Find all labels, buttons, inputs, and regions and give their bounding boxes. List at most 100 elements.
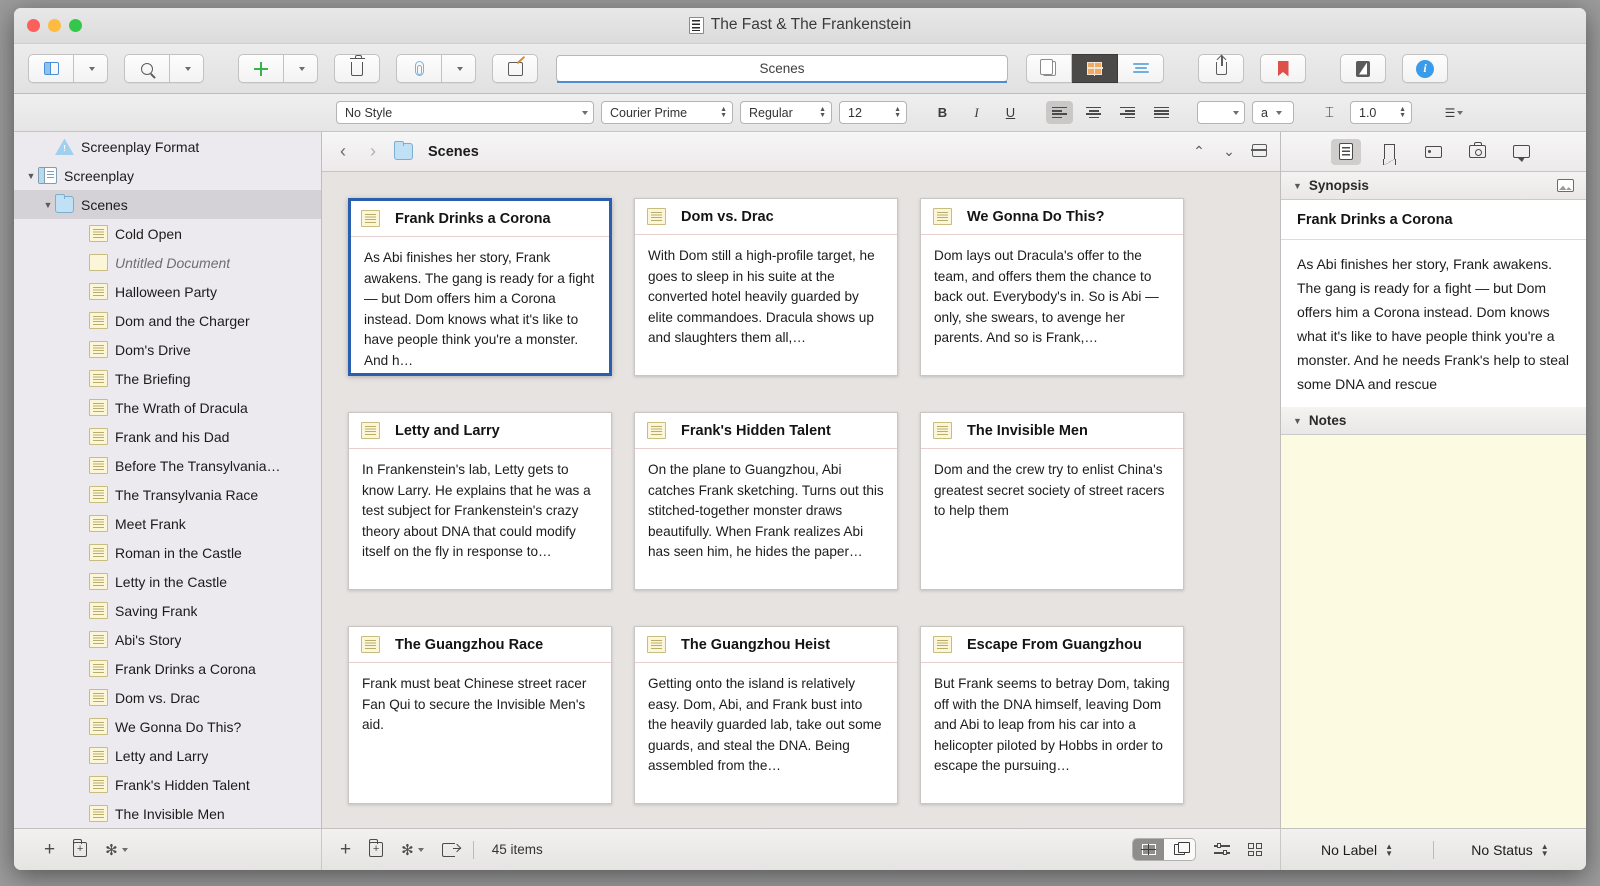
outline-view-button[interactable] [1118, 54, 1164, 83]
binder-item[interactable]: The Briefing [14, 364, 321, 393]
notes-section-header[interactable]: ▼ Notes [1281, 407, 1586, 435]
inspector-tab-bookmarks[interactable] [1375, 139, 1405, 165]
inspector-tab-notes[interactable] [1330, 138, 1361, 165]
disclosure-triangle-icon[interactable]: ▼ [24, 171, 38, 181]
index-card-title[interactable]: Escape From Guangzhou [967, 637, 1142, 653]
attach-options-button[interactable] [442, 54, 476, 83]
binder-settings-button[interactable]: ✻ [105, 841, 128, 859]
binder-item[interactable]: Dom's Drive [14, 335, 321, 364]
index-card-synopsis[interactable]: In Frankenstein's lab, Letty gets to kno… [349, 449, 611, 589]
index-card[interactable]: Escape From Guangzhou But Frank seems to … [920, 626, 1184, 804]
card-options-button[interactable] [1214, 843, 1230, 856]
binder-item[interactable]: Letty in the Castle [14, 567, 321, 596]
index-card-synopsis[interactable]: Frank must beat Chinese street racer Fan… [349, 663, 611, 803]
align-center-button[interactable] [1080, 101, 1107, 124]
index-card-title[interactable]: Frank Drinks a Corona [395, 211, 551, 227]
binder-item[interactable]: Cold Open [14, 219, 321, 248]
binder-item[interactable]: Before The Transylvania… [14, 451, 321, 480]
export-button[interactable] [441, 842, 461, 857]
add-options-button[interactable] [284, 54, 318, 83]
disclosure-triangle-icon[interactable]: ▼ [41, 200, 55, 210]
binder-item[interactable]: Frank's Hidden Talent [14, 770, 321, 799]
disclosure-triangle-icon[interactable]: ▼ [1293, 416, 1302, 426]
index-card-synopsis[interactable]: Getting onto the island is relatively ea… [635, 663, 897, 803]
italic-button[interactable]: I [963, 101, 990, 124]
corkboard-view-button[interactable] [1072, 54, 1118, 83]
notes-text-field[interactable] [1281, 435, 1586, 828]
back-button[interactable]: ‹ [334, 141, 352, 162]
index-card-synopsis[interactable]: But Frank seems to betray Dom, taking of… [921, 663, 1183, 803]
add-button[interactable] [238, 54, 284, 83]
font-size-stepper[interactable]: 12 ▲ ▼ [839, 101, 907, 124]
list-dropdown-button[interactable]: ☰ [1434, 101, 1474, 124]
index-card[interactable]: We Gonna Do This? Dom lays out Dracula's … [920, 198, 1184, 376]
index-card[interactable]: Frank Drinks a Corona As Abi finishes her… [348, 198, 612, 376]
split-editor-button[interactable] [1250, 143, 1268, 160]
font-dropdown[interactable]: Courier Prime ▲ ▼ [601, 101, 733, 124]
binder-item[interactable]: The Wrath of Dracula [14, 393, 321, 422]
status-popup[interactable]: No Status ▲ ▼ [1434, 829, 1586, 870]
binder-item[interactable]: Screenplay Format [14, 132, 321, 161]
index-card-title[interactable]: We Gonna Do This? [967, 209, 1104, 225]
label-popup[interactable]: No Label ▲ ▼ [1281, 829, 1433, 870]
index-card[interactable]: The Invisible Men Dom and the crew try to… [920, 412, 1184, 590]
inspector-tab-comments[interactable] [1507, 139, 1537, 165]
corkboard-settings-button[interactable]: ✻ [401, 841, 424, 859]
document-view-button[interactable] [1026, 54, 1072, 83]
compose-button[interactable] [492, 54, 538, 83]
binder-sidebar[interactable]: Screenplay Format ▼ Screenplay ▼ Scenes Cold … [14, 132, 322, 828]
index-card-synopsis[interactable]: On the plane to Guangzhou, Abi catches F… [635, 449, 897, 589]
index-card[interactable]: Frank's Hidden Talent On the plane to Gua… [634, 412, 898, 590]
corkboard-stack-button[interactable] [1164, 839, 1195, 860]
index-card-title[interactable]: Frank's Hidden Talent [681, 423, 831, 439]
binder-item[interactable]: The Transylvania Race [14, 480, 321, 509]
binder-item[interactable]: Abi's Story [14, 625, 321, 654]
binder-item[interactable]: Frank and his Dad [14, 422, 321, 451]
bookmark-button[interactable] [1260, 54, 1306, 83]
forward-button[interactable]: › [364, 141, 382, 162]
binder-item[interactable]: ▼ Scenes [14, 190, 321, 219]
disclosure-triangle-icon[interactable]: ▼ [1293, 181, 1302, 191]
corkboard[interactable]: Frank Drinks a Corona As Abi finishes her… [322, 172, 1280, 828]
sidebar-options-button[interactable] [74, 54, 108, 83]
corkboard-add-button[interactable]: + [340, 839, 351, 861]
binder-item[interactable]: Halloween Party [14, 277, 321, 306]
breadcrumb[interactable]: Scenes [394, 140, 479, 160]
highlight-color-dropdown[interactable] [1197, 101, 1245, 124]
binder-item[interactable]: Saving Frank [14, 596, 321, 625]
align-left-button[interactable] [1046, 101, 1073, 124]
corkboard-grid-button[interactable] [1133, 839, 1164, 860]
align-justify-button[interactable] [1148, 101, 1175, 124]
scene-title-field[interactable]: Scenes [556, 55, 1008, 83]
binder-item[interactable]: Meet Frank [14, 509, 321, 538]
trash-button[interactable] [334, 54, 380, 83]
binder-item[interactable]: Roman in the Castle [14, 538, 321, 567]
quick-reference-button[interactable] [1340, 54, 1386, 83]
binder-add-button[interactable]: + [44, 839, 55, 861]
index-card-title[interactable]: The Guangzhou Race [395, 637, 543, 653]
index-card-synopsis[interactable]: As Abi finishes her story, Frank awakens… [351, 237, 609, 373]
synopsis-text-field[interactable]: As Abi finishes her story, Frank awakens… [1281, 240, 1586, 407]
inspector-toggle-button[interactable]: i [1402, 54, 1448, 83]
binder-item[interactable]: Untitled Document [14, 248, 321, 277]
image-synopsis-icon[interactable] [1557, 179, 1574, 192]
previous-document-button[interactable]: ⌃ [1190, 143, 1208, 160]
index-card-synopsis[interactable]: Dom lays out Dracula's offer to the team… [921, 235, 1183, 375]
index-card-title[interactable]: The Invisible Men [967, 423, 1088, 439]
sidebar-toggle-button[interactable] [28, 54, 74, 83]
synopsis-title-field[interactable]: Frank Drinks a Corona [1281, 200, 1586, 240]
binder-new-folder-button[interactable] [72, 839, 88, 857]
index-card-synopsis[interactable]: Dom and the crew try to enlist China's g… [921, 449, 1183, 589]
search-button[interactable] [124, 54, 170, 83]
index-card[interactable]: The Guangzhou Heist Getting onto the isla… [634, 626, 898, 804]
binder-item[interactable]: Letty and Larry [14, 741, 321, 770]
style-dropdown[interactable]: No Style [336, 101, 594, 124]
line-spacing-stepper[interactable]: 1.0 ▲ ▼ [1350, 101, 1412, 124]
binder-item[interactable]: Frank Drinks a Corona [14, 654, 321, 683]
inspector-tab-snapshots[interactable] [1463, 139, 1493, 165]
binder-item[interactable]: Dom vs. Drac [14, 683, 321, 712]
next-document-button[interactable]: ⌄ [1220, 143, 1238, 160]
index-card[interactable]: Letty and Larry In Frankenstein's lab, Le… [348, 412, 612, 590]
share-button[interactable] [1198, 54, 1244, 83]
line-height-icon-button[interactable]: ⌶ [1316, 101, 1343, 124]
